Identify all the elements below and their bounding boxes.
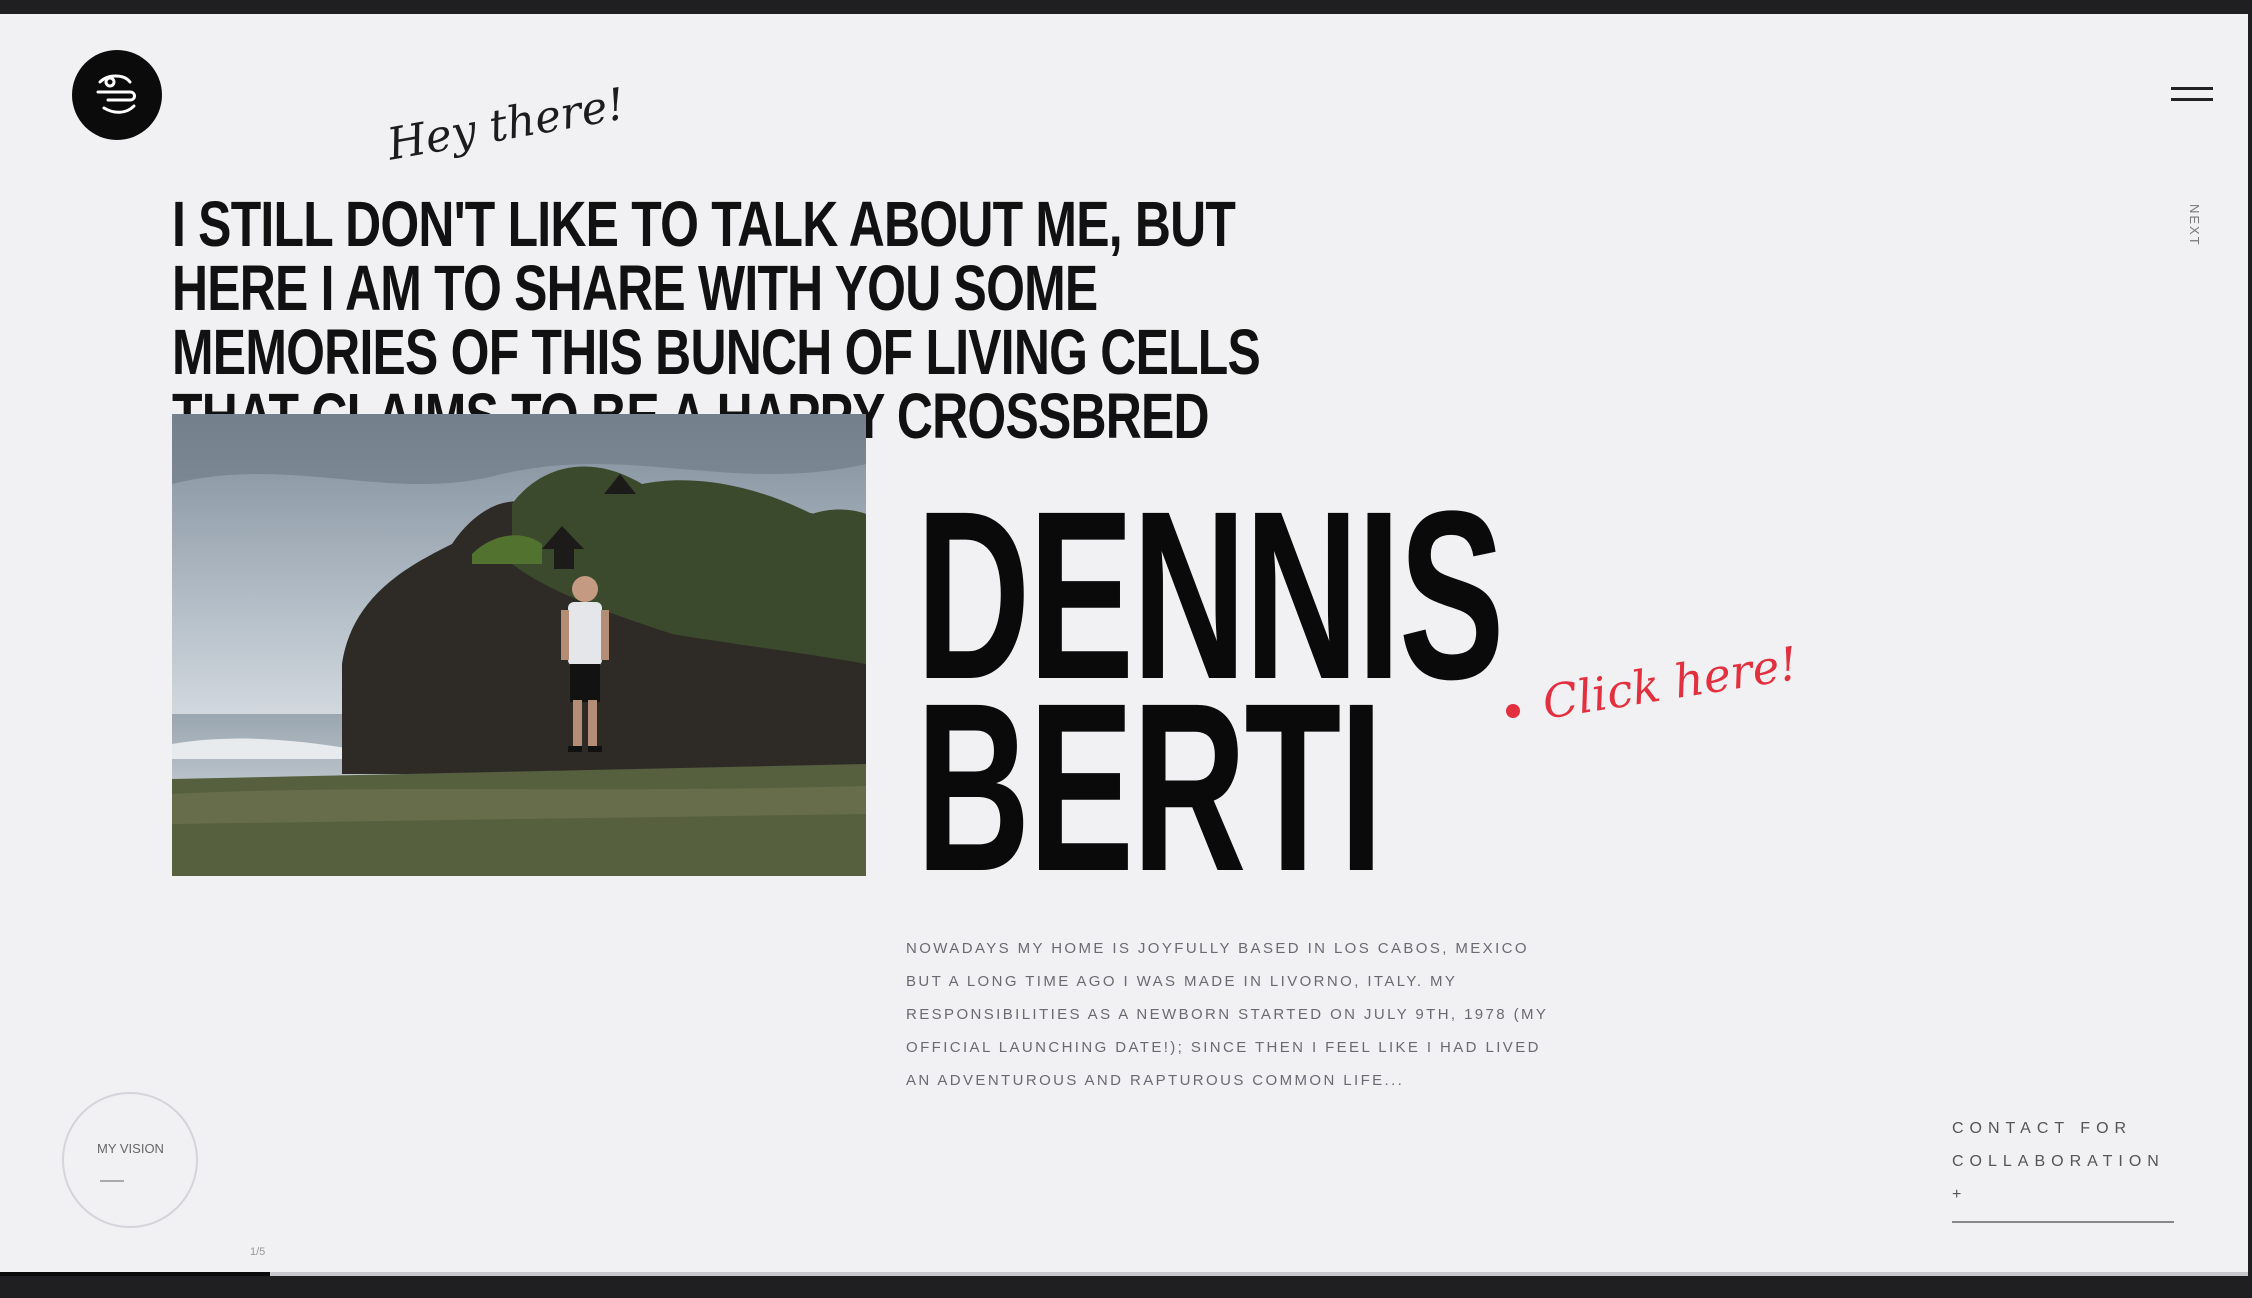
next-side-label[interactable]: NEXT <box>2187 204 2202 247</box>
progress-bar <box>0 1272 2248 1276</box>
my-vision-label: MY VISION <box>97 1141 164 1156</box>
my-vision-button[interactable]: MY VISION <box>62 1092 198 1228</box>
bio-text: Nowadays my home is joyfully based in Lo… <box>906 940 1549 1089</box>
click-here-link[interactable]: Click here! <box>1503 636 1801 744</box>
hamburger-menu-icon[interactable] <box>2171 87 2213 105</box>
greeting-script: Hey there! <box>383 78 629 171</box>
vision-underline <box>100 1180 124 1182</box>
last-name: BERTI <box>916 653 1383 921</box>
brand-logo-icon[interactable] <box>72 50 162 140</box>
contact-label: CONTACT FOR COLLABORATION + <box>1952 1120 2165 1203</box>
red-dot-icon <box>1506 704 1520 718</box>
click-here-label: Click here! <box>1538 636 1802 730</box>
contact-underline <box>1952 1221 2174 1223</box>
progress-fill <box>0 1272 270 1276</box>
profile-name: DENNIS BERTI <box>916 475 1505 907</box>
contact-collaboration-link[interactable]: CONTACT FOR COLLABORATION + <box>1952 1112 2176 1223</box>
about-page: NEXT Hey there! I still don't like to ta… <box>0 14 2248 1276</box>
portrait-photo <box>172 414 866 876</box>
page-indicator: 1/5 <box>250 1246 266 1258</box>
